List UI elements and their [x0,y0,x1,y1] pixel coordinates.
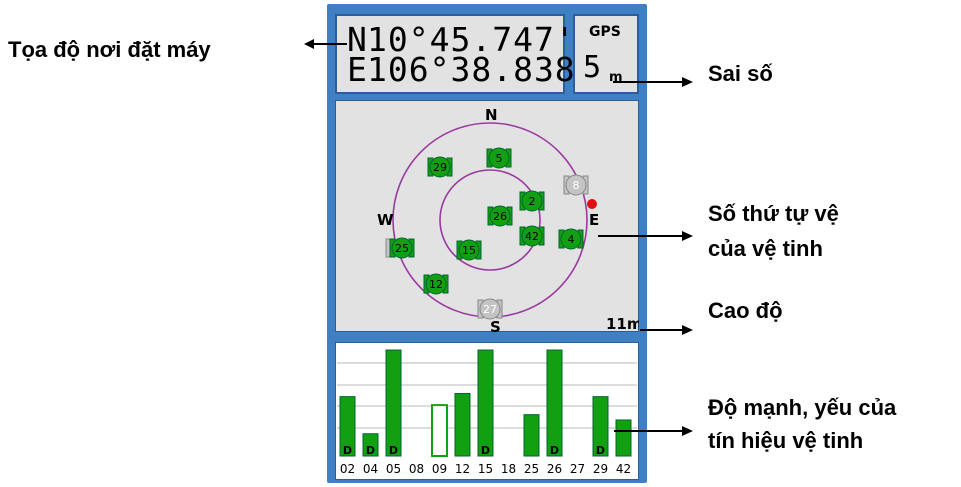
signal-arrowhead [682,426,693,436]
altitude-arrowhead [682,325,693,335]
coords-arrowhead [304,39,314,49]
accuracy-arrowhead [682,77,693,87]
annotation-arrows [304,39,693,436]
sat-number-arrowhead [682,231,693,241]
